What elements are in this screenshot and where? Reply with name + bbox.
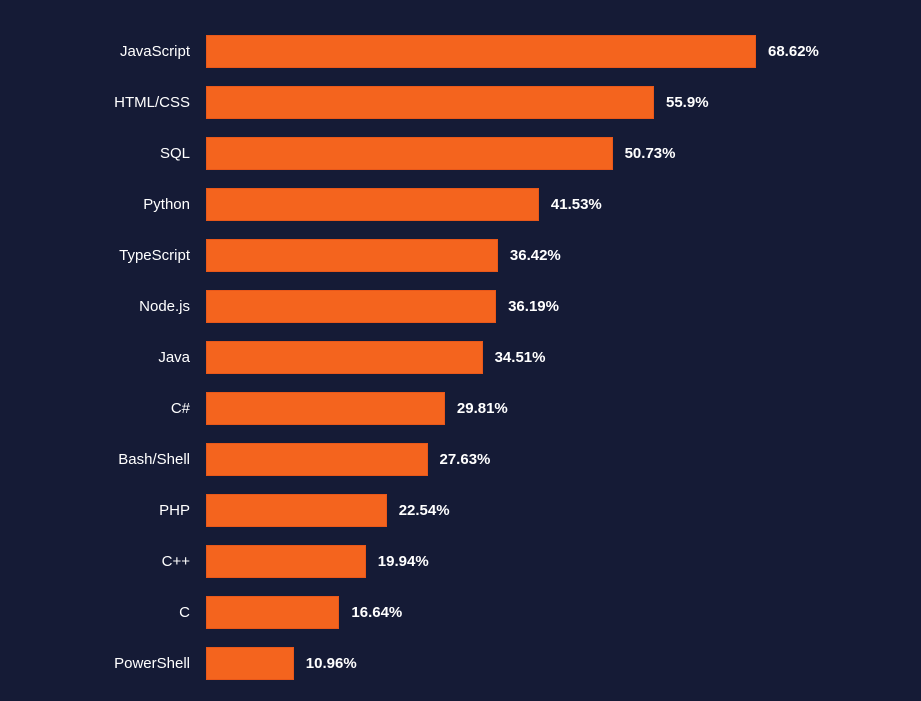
value-label: 36.19% — [508, 298, 559, 315]
value-label: 41.53% — [551, 196, 602, 213]
bar-track: 55.9% — [206, 86, 826, 119]
bar-row: C 16.64% — [0, 587, 881, 638]
category-label: C — [0, 604, 206, 621]
bar — [206, 86, 654, 119]
horizontal-bar-chart: JavaScript 68.62% HTML/CSS 55.9% SQL 50.… — [0, 0, 921, 689]
value-label: 50.73% — [625, 145, 676, 162]
bar — [206, 188, 539, 221]
bar — [206, 596, 339, 629]
bar-track: 27.63% — [206, 443, 826, 476]
bar-track: 29.81% — [206, 392, 826, 425]
bar — [206, 494, 387, 527]
bar-track: 36.42% — [206, 239, 826, 272]
value-label: 55.9% — [666, 94, 709, 111]
bar-row: Java 34.51% — [0, 332, 881, 383]
bar — [206, 35, 756, 68]
bar — [206, 341, 483, 374]
bar — [206, 290, 496, 323]
value-label: 34.51% — [495, 349, 546, 366]
category-label: C# — [0, 400, 206, 417]
category-label: HTML/CSS — [0, 94, 206, 111]
category-label: C++ — [0, 553, 206, 570]
bar-track: 36.19% — [206, 290, 826, 323]
category-label: Node.js — [0, 298, 206, 315]
bar — [206, 239, 498, 272]
bar — [206, 137, 613, 170]
bar-track: 68.62% — [206, 35, 826, 68]
bar-track: 19.94% — [206, 545, 826, 578]
bar-track: 50.73% — [206, 137, 826, 170]
bar — [206, 392, 445, 425]
bar — [206, 443, 428, 476]
category-label: PowerShell — [0, 655, 206, 672]
category-label: SQL — [0, 145, 206, 162]
bar — [206, 647, 294, 680]
value-label: 10.96% — [306, 655, 357, 672]
bar-row: HTML/CSS 55.9% — [0, 77, 881, 128]
value-label: 27.63% — [440, 451, 491, 468]
bar — [206, 545, 366, 578]
bar-track: 16.64% — [206, 596, 826, 629]
category-label: PHP — [0, 502, 206, 519]
bar-track: 41.53% — [206, 188, 826, 221]
bar-track: 10.96% — [206, 647, 826, 680]
value-label: 29.81% — [457, 400, 508, 417]
value-label: 22.54% — [399, 502, 450, 519]
bar-row: Python 41.53% — [0, 179, 881, 230]
bar-row: Bash/Shell 27.63% — [0, 434, 881, 485]
bar-track: 34.51% — [206, 341, 826, 374]
bar-row: SQL 50.73% — [0, 128, 881, 179]
category-label: TypeScript — [0, 247, 206, 264]
bar-row: Node.js 36.19% — [0, 281, 881, 332]
bar-row: PHP 22.54% — [0, 485, 881, 536]
category-label: JavaScript — [0, 43, 206, 60]
value-label: 16.64% — [351, 604, 402, 621]
bar-track: 22.54% — [206, 494, 826, 527]
category-label: Bash/Shell — [0, 451, 206, 468]
value-label: 36.42% — [510, 247, 561, 264]
bar-row: JavaScript 68.62% — [0, 26, 881, 77]
category-label: Java — [0, 349, 206, 366]
bar-row: TypeScript 36.42% — [0, 230, 881, 281]
value-label: 68.62% — [768, 43, 819, 60]
bar-row: PowerShell 10.96% — [0, 638, 881, 689]
category-label: Python — [0, 196, 206, 213]
value-label: 19.94% — [378, 553, 429, 570]
bar-row: C# 29.81% — [0, 383, 881, 434]
bar-row: C++ 19.94% — [0, 536, 881, 587]
